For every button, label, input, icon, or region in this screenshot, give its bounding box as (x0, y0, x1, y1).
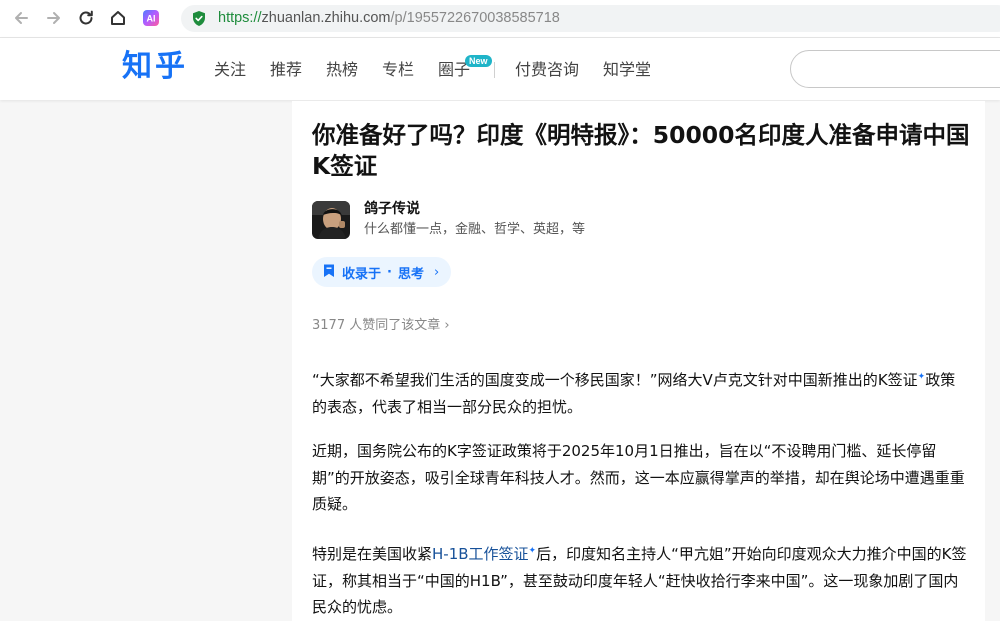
paragraph-2: 近期，国务院公布的K字签证政策将于2025年10月1日推出，旨在以“不设聘用门槛… (312, 442, 965, 513)
author-avatar[interactable] (312, 201, 350, 239)
url-protocol: https:// (218, 10, 262, 26)
secure-shield-icon (191, 10, 207, 31)
search-spark-icon: ✦ (528, 546, 537, 556)
keyword-link[interactable]: K签证✦ (878, 371, 925, 389)
zhihu-logo[interactable]: 知乎 (122, 49, 188, 85)
likes-text: 3177 人赞同了该文章 (312, 318, 441, 333)
new-badge: New (465, 55, 492, 67)
article-title: 你准备好了吗？印度《明特报》：50000名印度人准备申请中国K签证 (312, 121, 970, 180)
url-text: https://zhuanlan.zhihu.com/p/19557226700… (218, 9, 560, 28)
collection-dot: · (387, 264, 392, 280)
collection-prefix: 收录于 (342, 266, 382, 282)
paragraph-1-text-a: “大家都不希望我们生活的国度变成一个移民国家！”网络大V卢克文针对中国新推出的 (312, 371, 878, 389)
bookmark-icon (322, 263, 336, 282)
reload-icon[interactable] (75, 7, 97, 29)
svg-text:AI: AI (147, 14, 156, 24)
nav-recommend[interactable]: 推荐 (270, 60, 302, 80)
keyword-k-visa: K签证 (877, 371, 918, 389)
url-host: zhuanlan.zhihu.com (261, 10, 391, 26)
forward-icon[interactable] (43, 7, 65, 29)
keyword-link[interactable]: H-1B工作签证✦ (432, 545, 536, 563)
nav-column[interactable]: 专栏 (382, 60, 414, 80)
nav-following[interactable]: 关注 (214, 60, 246, 80)
site-header: 知乎 关注 推荐 热榜 专栏 圈子 New 付费咨询 知学堂 (0, 38, 1000, 100)
paragraph-3: 特别是在美国收紧H-1B工作签证✦后，印度知名主持人“甲亢姐”开始向印度观众大力… (312, 538, 967, 621)
author-name[interactable]: 鸽子传说 (364, 200, 420, 218)
keyword-h1b-visa: H-1B工作签证 (432, 545, 529, 563)
collection-name: 思考 (397, 266, 424, 282)
likes-count[interactable]: 3177 人赞同了该文章 › (312, 317, 450, 335)
ai-assistant-icon[interactable]: AI (140, 7, 162, 29)
home-icon[interactable] (107, 7, 129, 29)
nav-zhixuetang[interactable]: 知学堂 (603, 60, 651, 80)
author-bio: 什么都懂一点，金融、哲学、英超，等 (364, 222, 586, 237)
chevron-right-icon: › (444, 318, 450, 333)
browser-toolbar: AI https://zhuanlan.zhihu.com/p/19557226… (0, 0, 1000, 38)
nav-paid-consult[interactable]: 付费咨询 (515, 60, 579, 80)
collection-tag[interactable]: 收录于 · 思考 › (312, 257, 452, 287)
paragraph-3-text-a: 特别是在美国收紧 (312, 545, 433, 563)
search-input[interactable] (790, 50, 1000, 88)
nav-hot[interactable]: 热榜 (326, 60, 358, 80)
chevron-right-icon: › (433, 264, 440, 280)
nav-divider (494, 62, 495, 78)
url-path: /p/1955722670038585718 (390, 10, 560, 26)
back-icon[interactable] (10, 7, 32, 29)
address-bar[interactable]: https://zhuanlan.zhihu.com/p/19557226700… (181, 5, 1000, 32)
paragraph-1: “大家都不希望我们生活的国度变成一个移民国家！”网络大V卢克文针对中国新推出的K… (312, 364, 967, 420)
